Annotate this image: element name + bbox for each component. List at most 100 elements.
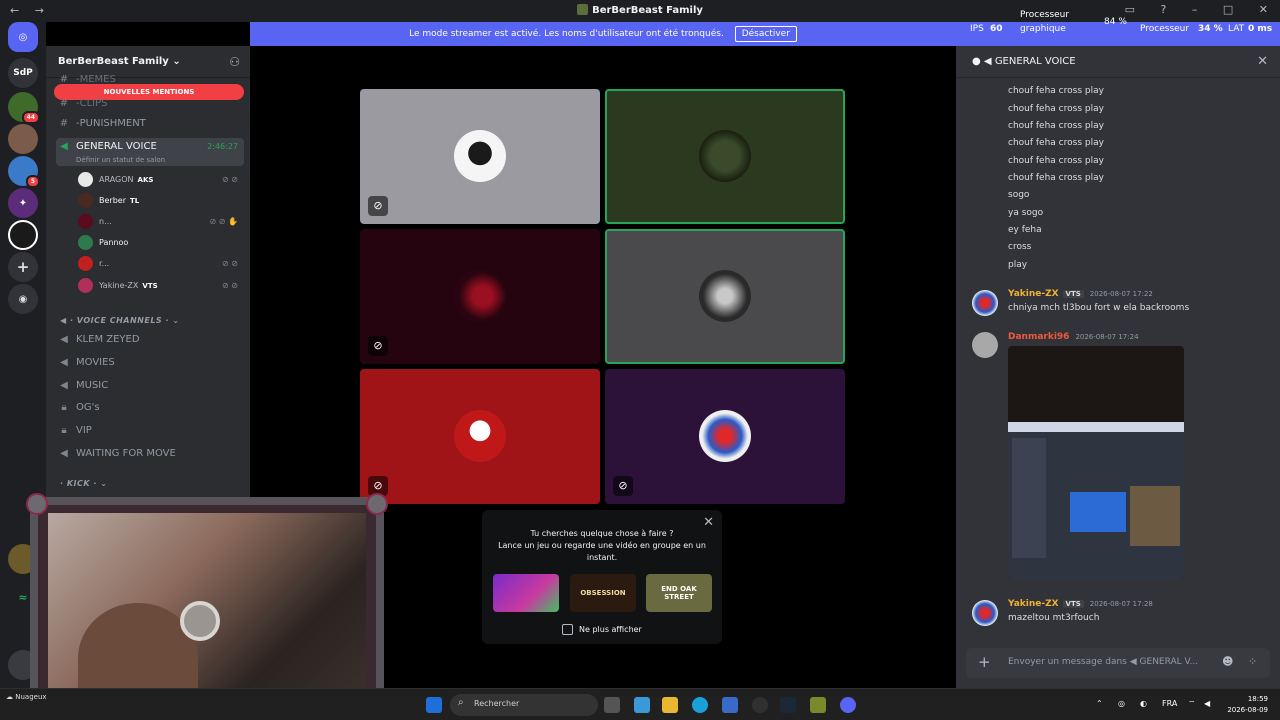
video-tile-4[interactable] bbox=[605, 229, 845, 364]
start-icon[interactable] bbox=[426, 697, 442, 713]
weather-widget[interactable]: ☁ Nuageux bbox=[6, 693, 47, 701]
message-author[interactable]: Danmarki96 2026-08-07 17:24 bbox=[1008, 332, 1139, 342]
chat-bubble-icon: ● bbox=[972, 56, 981, 67]
help-icon[interactable]: ? bbox=[1161, 3, 1167, 16]
inbox-icon[interactable]: ▭ bbox=[1125, 3, 1135, 16]
video-tile-6[interactable]: ⊘ bbox=[605, 369, 845, 504]
chat-message-line: ya sogo bbox=[1008, 208, 1044, 218]
composer-channel: GENERAL V... bbox=[1139, 657, 1199, 667]
author-name: Yakine-ZX bbox=[1008, 599, 1059, 609]
volume-icon[interactable]: ◀ bbox=[1204, 699, 1210, 708]
chat-message-line: chouf feha cross play bbox=[1008, 138, 1104, 148]
close-window-icon[interactable]: ✕ bbox=[1259, 3, 1268, 16]
disable-streamer-button[interactable]: Désactiver bbox=[734, 26, 797, 42]
message-composer[interactable]: + Envoyer un message dans ◀ GENERAL V...… bbox=[966, 648, 1270, 678]
channel-punishment[interactable]: # -PUNISHMENT bbox=[56, 114, 244, 134]
file-explorer-icon[interactable] bbox=[662, 697, 678, 713]
steam-icon[interactable] bbox=[780, 697, 796, 713]
overlay-graphique-label: graphique bbox=[1020, 24, 1066, 34]
channel-general-voice[interactable]: ◀ GENERAL VOICE 2:46:27 Définir un statut… bbox=[56, 138, 244, 166]
voice-user-name: Yakine-ZX bbox=[99, 281, 139, 290]
attachment-sidebar bbox=[1012, 438, 1046, 558]
author-name: Yakine-ZX bbox=[1008, 289, 1059, 299]
avatar bbox=[454, 270, 506, 322]
avatar[interactable] bbox=[972, 600, 998, 626]
message-author[interactable]: Yakine-ZX VTS 2026-08-07 17:28 bbox=[1008, 599, 1153, 609]
avatar[interactable] bbox=[972, 332, 998, 358]
tray-app-icon[interactable]: ◐ bbox=[1140, 699, 1147, 708]
channel-klem-zeyed[interactable]: ◀ KLEM ZEYED bbox=[56, 330, 244, 350]
voice-channels-category[interactable]: ◀ · VOICE CHANNELS · ⌄ bbox=[60, 316, 180, 325]
discord-home-icon[interactable]: ◎ bbox=[8, 22, 38, 52]
image-attachment[interactable] bbox=[1008, 346, 1184, 580]
video-tile-3[interactable]: ⊘ bbox=[360, 229, 600, 364]
server-sdp[interactable]: SdP bbox=[8, 58, 38, 88]
channel-waiting-for-move[interactable]: ◀ WAITING FOR MOVE bbox=[56, 444, 244, 464]
task-view-icon[interactable] bbox=[604, 697, 620, 713]
channel-music[interactable]: ◀ MUSIC bbox=[56, 376, 244, 396]
muted-deafened-icon: ⊘ ⊘ ✋ bbox=[209, 217, 238, 226]
video-tile-1[interactable]: ⊘ bbox=[360, 89, 600, 224]
dont-show-again-checkbox[interactable]: Ne plus afficher bbox=[562, 624, 642, 635]
tray-app-icon[interactable]: ◎ bbox=[1118, 699, 1125, 708]
avatar[interactable] bbox=[972, 290, 998, 316]
voice-user-4[interactable]: Pannoo bbox=[78, 233, 244, 253]
message-author[interactable]: Yakine-ZX VTS 2026-08-07 17:22 bbox=[1008, 289, 1153, 299]
checkbox-box[interactable] bbox=[562, 624, 573, 635]
server-icon-2[interactable] bbox=[8, 124, 38, 154]
avatar bbox=[78, 172, 93, 187]
add-server-icon[interactable]: + bbox=[8, 252, 38, 282]
chat-message-line: chouf feha cross play bbox=[1008, 104, 1104, 114]
copilot-icon[interactable] bbox=[634, 697, 650, 713]
maximize-icon[interactable]: □ bbox=[1223, 3, 1233, 16]
window-controls: ▭ ? – □ ✕ bbox=[1103, 3, 1268, 16]
app-launcher-icon[interactable]: ⁘ bbox=[1248, 655, 1257, 668]
speaker-icon: ◀ bbox=[60, 141, 68, 152]
muted-deafened-icon: ⊘ ⊘ bbox=[222, 259, 238, 268]
server-icon-4[interactable]: ✦ bbox=[8, 188, 38, 218]
channel-label: KLEM ZEYED bbox=[76, 334, 140, 345]
clock[interactable]: 18:59 2026-08-09 bbox=[1227, 694, 1268, 716]
invite-people-icon[interactable]: ⚇ bbox=[229, 55, 240, 69]
game-card-1[interactable] bbox=[493, 574, 559, 612]
avatar bbox=[78, 256, 93, 271]
video-tile-5[interactable]: ⊘ bbox=[360, 369, 600, 504]
network-icon[interactable]: ⌔ bbox=[1188, 699, 1196, 709]
mail-icon[interactable] bbox=[722, 697, 738, 713]
server-icon-1[interactable]: 44 bbox=[8, 92, 40, 124]
channel-clips[interactable]: # -CLIPS bbox=[56, 94, 244, 114]
video-tile-2[interactable] bbox=[605, 89, 845, 224]
game-card-3[interactable]: END OAK STREET bbox=[646, 574, 712, 612]
discord-taskbar-icon[interactable] bbox=[840, 697, 856, 713]
channel-vip[interactable]: 🔒︎ VIP bbox=[56, 421, 244, 441]
chat-message-line: chniya mch tl3bou fort w ela backrooms bbox=[1008, 303, 1190, 313]
close-chat-icon[interactable]: ✕ bbox=[1257, 54, 1268, 69]
channel-status-placeholder[interactable]: Définir un statut de salon bbox=[56, 155, 244, 165]
language-indicator[interactable]: FRA bbox=[1162, 699, 1177, 708]
app-icon[interactable] bbox=[810, 697, 826, 713]
voice-user-name: Berber bbox=[99, 196, 126, 205]
channel-ogs[interactable]: 🔒︎ OG's bbox=[56, 398, 244, 418]
server-icon-3[interactable]: 5 bbox=[8, 156, 40, 188]
add-attachment-icon[interactable]: + bbox=[978, 653, 991, 671]
chat-message-line: ey feha bbox=[1008, 225, 1042, 235]
user-tag: VTS bbox=[1062, 600, 1084, 608]
channel-movies[interactable]: ◀ MOVIES bbox=[56, 353, 244, 373]
kick-category[interactable]: · KICK · ⌄ bbox=[60, 479, 107, 488]
game-card-2[interactable]: OBSESSION bbox=[570, 574, 636, 612]
explore-icon[interactable]: ◉ bbox=[8, 284, 38, 314]
speaker-icon: ◀ bbox=[60, 357, 68, 368]
voice-user-1[interactable]: ARAGON AKS ⊘ ⊘ bbox=[78, 170, 244, 190]
edge-icon[interactable] bbox=[692, 697, 708, 713]
voice-user-2[interactable]: Berber TL bbox=[78, 191, 244, 211]
tray-chevron-icon[interactable]: ⌃ bbox=[1096, 699, 1103, 708]
guild-name: BerBerBeast Family bbox=[58, 56, 169, 67]
gif-icon[interactable]: ☻ bbox=[1222, 655, 1233, 668]
minimize-icon[interactable]: – bbox=[1192, 3, 1198, 16]
server-icon-5[interactable] bbox=[8, 220, 38, 250]
obs-icon[interactable] bbox=[752, 697, 768, 713]
voice-user-3[interactable]: n... ⊘ ⊘ ✋ bbox=[78, 212, 244, 232]
voice-user-5[interactable]: r... ⊘ ⊘ bbox=[78, 254, 244, 274]
voice-user-6[interactable]: Yakine-ZX VTS ⊘ ⊘ bbox=[78, 276, 244, 296]
taskbar-search[interactable]: ⌕ Rechercher bbox=[450, 694, 598, 716]
